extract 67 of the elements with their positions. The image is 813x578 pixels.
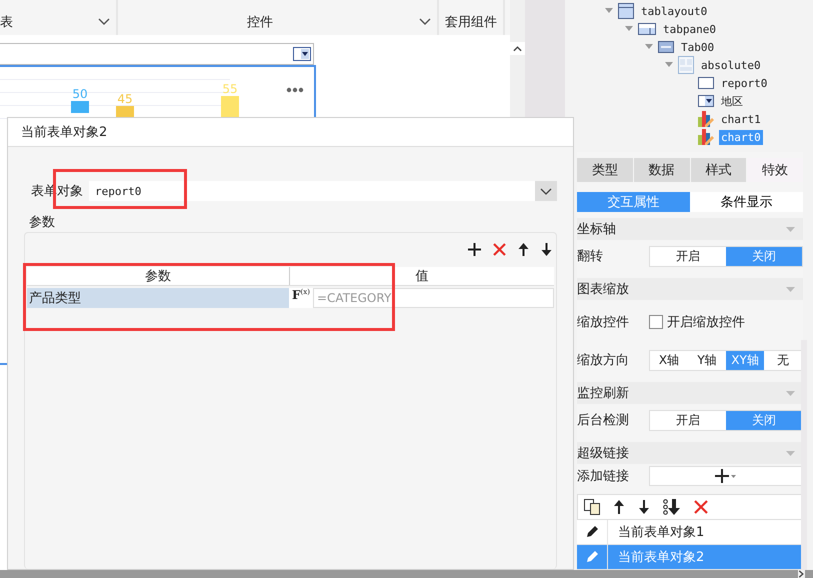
expand-triangle-icon[interactable] [625,26,633,32]
field-label: 后台检测 [577,412,630,429]
toolbar-label: 控件 [247,14,273,30]
panel-tab[interactable]: 类型 [577,158,633,182]
more-icon[interactable] [286,87,304,93]
section-header[interactable]: 监控刷新 [577,382,803,404]
checkbox-label: 开启缩放控件 [667,314,745,331]
tree-item[interactable]: absolute0 [699,58,763,72]
toolbar-label: 表 [0,14,13,30]
bar-value: 50 [72,87,88,101]
object-select[interactable]: report0 [89,181,557,201]
chart-pencil-icon [698,129,714,145]
tree-item[interactable]: chart1 [719,112,763,126]
move-down-icon[interactable] [638,500,650,514]
report-icon [698,77,714,89]
bar-value: 55 [222,82,238,96]
column-header: 参数 [27,267,290,285]
dialog-title: 当前表单对象2 [21,124,108,141]
pencil-icon [585,525,599,539]
checkbox[interactable] [649,315,663,329]
delete-icon[interactable] [694,500,708,514]
chevron-icon[interactable] [419,18,431,26]
field-label: 缩放控件 [577,314,630,331]
section-header[interactable]: 坐标轴 [577,218,803,240]
horizontal-scrollbar[interactable] [0,570,813,578]
move-up-icon[interactable] [613,500,625,514]
section-header[interactable]: 超级链接 [577,442,803,464]
expand-triangle-icon[interactable] [645,44,653,50]
tree-item[interactable]: 地区 [719,92,745,110]
pencil-icon [585,550,599,564]
tab-icon [658,41,674,53]
field-label: 添加链接 [577,468,630,485]
layout-icon [678,56,694,74]
panel-tab[interactable]: 样式 [690,158,746,182]
delete-icon[interactable] [493,242,506,256]
chart-pencil-icon [698,111,714,127]
move-down-icon[interactable] [541,242,552,256]
scrollbar-track[interactable] [801,340,807,570]
table-cell[interactable]: 产品类型 [27,288,289,308]
scroll-right-icon[interactable] [798,570,805,578]
plus-icon [715,469,737,483]
tree-item[interactable]: Tab00 [679,40,716,54]
copy-icon[interactable] [584,499,600,515]
link-item[interactable]: 当前表单对象1 [577,520,803,545]
group-title: 参数 [29,214,56,231]
tree-item[interactable]: report0 [719,76,770,90]
bar-value: 45 [117,92,133,106]
chevron-icon[interactable] [98,18,110,26]
expand-triangle-icon[interactable] [605,8,613,14]
section-header[interactable]: 图表缩放 [577,278,803,300]
dropdown-icon [698,95,714,107]
dropdown-icon[interactable] [293,47,311,61]
expand-triangle-icon[interactable] [665,62,673,68]
scroll-up-icon[interactable] [510,42,525,55]
move-up-icon[interactable] [518,242,529,256]
move-bottom-icon[interactable] [663,499,681,515]
layout-icon [618,3,634,19]
tree-item[interactable]: tablayout0 [639,4,710,18]
panel-tab[interactable]: 数据 [634,158,690,182]
field-label: 缩放方向 [577,352,630,369]
tree-item[interactable]: tabpane0 [661,22,718,36]
tab-pane-icon [638,23,656,35]
toolbar-label: 套用组件 [445,14,497,30]
add-icon[interactable] [468,242,481,256]
field-label: 翻转 [577,248,604,265]
chevron-icon[interactable] [540,188,552,194]
column-header: 值 [414,268,430,285]
